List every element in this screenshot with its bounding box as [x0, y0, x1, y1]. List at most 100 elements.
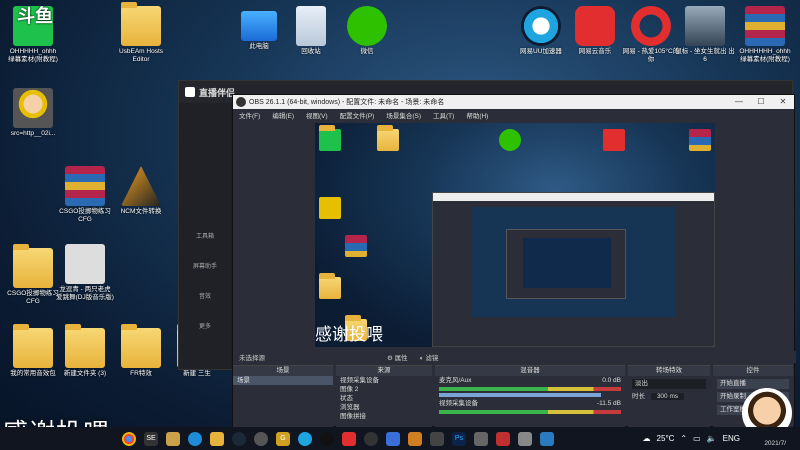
sidebar-item[interactable]: 更多	[179, 313, 231, 337]
uu-icon[interactable]	[298, 431, 312, 446]
preview-folder-icon	[319, 125, 341, 151]
sidebar-item[interactable]: 屏幕助手	[179, 253, 231, 277]
mixer-dock: 混音器 麦克风/Aux 0.0 dB 视频采集设备 -11.5 dB	[435, 365, 625, 428]
live-assistant-title: 直播伴侣	[199, 87, 236, 98]
desktop-icon-usbeam[interactable]: UsbEAm Hosts Editor	[110, 2, 172, 64]
clock-date[interactable]: 2021/7/	[764, 440, 786, 447]
mixer-header: 混音器	[435, 366, 625, 376]
filters-button[interactable]: ◐ 滤镜	[420, 352, 439, 362]
menu-view[interactable]: 视图(V)	[306, 110, 328, 120]
desktop-icon-label: 网易UU加速器	[520, 48, 562, 55]
ime-indicator[interactable]: ENG	[723, 434, 740, 443]
desktop-icon-green-screen[interactable]: 斗鱼 OHHHHH_ohhh 绿幕素材(附教程)	[2, 6, 64, 64]
weather-temp[interactable]: 25°C	[657, 434, 675, 443]
desktop-icon-label: 微信	[360, 48, 374, 55]
nested-preview	[471, 207, 676, 317]
desktop-icon-new-folder-3[interactable]: 新建文件夹 (3)	[54, 324, 116, 378]
obs-icon[interactable]	[364, 431, 378, 446]
menu-scene-collection[interactable]: 场景集合(S)	[386, 110, 421, 120]
folder-icon[interactable]	[210, 431, 224, 446]
desktop-icon-photo[interactable]: src=http__02i...	[2, 88, 64, 138]
app-icon[interactable]	[496, 431, 510, 446]
desktop-icon-label: 龙逗青 - 两只老虎 爱跳舞(DJ版音乐版)	[56, 286, 114, 301]
nested-obs-preview	[432, 192, 715, 347]
desktop-icon-label: 新建 三生	[183, 370, 211, 377]
preview-winrar-icon	[345, 235, 367, 257]
menu-file[interactable]: 文件(F)	[239, 110, 260, 120]
sidebar-item[interactable]: 工具箱	[179, 223, 231, 247]
mixer-channel-db: 0.0 dB	[602, 377, 621, 384]
properties-button[interactable]: ⚙ 属性	[387, 352, 408, 362]
desktop-icon-netease-music[interactable]: 网易云音乐	[564, 6, 626, 56]
maximize-icon[interactable]: ☐	[750, 95, 772, 109]
app-icon[interactable]	[254, 431, 268, 446]
game-icon[interactable]	[408, 431, 422, 446]
app-icon[interactable]	[430, 431, 444, 446]
folder-icon	[121, 2, 161, 46]
source-item[interactable]: 图像 2	[336, 385, 432, 394]
g-icon[interactable]: G	[276, 431, 290, 446]
menu-tools[interactable]: 工具(T)	[433, 110, 454, 120]
desktop-icon-anime[interactable]: 鼠标 - 坐女生就出 出6	[674, 6, 736, 64]
weather-icon[interactable]: ☁	[643, 434, 651, 443]
network-icon[interactable]: ▭	[693, 434, 701, 443]
chrome-icon[interactable]	[122, 431, 136, 446]
taskbar: SE G Ps ☁ 25°C ⌃ ▭ 🔈 ENG 2021/7/	[0, 427, 800, 450]
music-icon[interactable]	[342, 431, 356, 446]
scene-item[interactable]: 场景	[233, 376, 333, 385]
close-icon[interactable]: ✕	[772, 95, 794, 109]
app-icon[interactable]	[540, 431, 554, 446]
edge-icon[interactable]	[188, 431, 202, 446]
source-controls-bar: 未选择源 ⚙ 属性 ◐ 滤镜	[233, 351, 796, 363]
desktop-icon-green-screen-rar[interactable]: OHHHHHH_ohhh 绿幕素材(附教程)	[734, 6, 796, 64]
source-item[interactable]: 视频采集设备	[336, 376, 432, 385]
tray-chevron-icon[interactable]: ⌃	[680, 434, 687, 443]
menu-help[interactable]: 帮助(H)	[466, 110, 488, 120]
desktop-icon-label: OHHHHH_ohhh 绿幕素材(附教程)	[8, 48, 58, 63]
mixer-channel-row: 视频采集设备 -11.5 dB	[435, 399, 625, 408]
transition-duration-row: 时长 300 ms	[628, 392, 710, 401]
anime-thumbnail-icon	[685, 6, 725, 46]
menu-profile[interactable]: 配置文件(P)	[340, 110, 375, 120]
speaker-icon[interactable]: 🔈	[707, 434, 717, 443]
source-item[interactable]: 状态	[336, 394, 432, 403]
audio-level-meter	[439, 410, 621, 414]
volume-slider[interactable]	[439, 393, 601, 397]
obs-menu-bar: 文件(F) 编辑(E) 视图(V) 配置文件(P) 场景集合(S) 工具(T) …	[233, 109, 794, 121]
app-icon[interactable]: SE	[144, 431, 158, 446]
menu-edit[interactable]: 编辑(E)	[272, 110, 294, 120]
desktop-icon-csgo-cfg-rar[interactable]: CSGO投掷物练习 CFG	[54, 166, 116, 224]
preview-caption: 感谢投喂	[315, 325, 383, 345]
game-icon[interactable]	[166, 431, 180, 446]
desktop-icon-fr-effects[interactable]: FR特效	[110, 324, 172, 378]
desktop-icon-label: FR特效	[130, 370, 152, 377]
source-item[interactable]: 浏览器	[336, 403, 432, 412]
desktop-icon-dance[interactable]: 龙逗青 - 两只老虎 爱跳舞(DJ版音乐版)	[54, 244, 116, 302]
start-streaming-button[interactable]: 开始直播	[717, 379, 789, 389]
app-icon[interactable]	[474, 431, 488, 446]
desktop-icon-uu[interactable]: 网易UU加速器	[510, 6, 572, 56]
green-screen-logo-icon: 斗鱼	[13, 6, 53, 46]
transition-type-select[interactable]: 淡出	[632, 379, 706, 389]
sidebar-item[interactable]: 音效	[179, 283, 231, 307]
qq-icon[interactable]	[320, 431, 334, 446]
duration-input[interactable]: 300 ms	[650, 393, 685, 400]
netease-music-icon	[575, 6, 615, 46]
desktop-icon-label: 网易 - 热爱105°C的你	[622, 48, 680, 63]
desktop-icon-label: 鼠标 - 坐女生就出 出6	[675, 48, 735, 63]
source-item[interactable]: 图像拼接	[336, 412, 432, 421]
mixer-channel-name: 麦克风/Aux	[439, 377, 472, 384]
desktop-icon-netease-song[interactable]: 网易 - 热爱105°C的你	[620, 6, 682, 64]
obs-window: OBS 26.1.1 (64-bit, windows) - 配置文件: 未命名…	[232, 94, 796, 428]
minimize-icon[interactable]: —	[728, 95, 750, 109]
obs-preview[interactable]: 感谢投喂	[315, 123, 715, 347]
mail-icon[interactable]	[386, 431, 400, 446]
desktop-icon-wechat[interactable]: 微信	[336, 6, 398, 56]
desktop-icon-recycle-bin[interactable]: 回收站	[280, 6, 342, 56]
app-icon[interactable]	[518, 431, 532, 446]
photoshop-icon[interactable]: Ps	[452, 431, 466, 446]
recycle-bin-icon	[296, 6, 326, 46]
desktop-icon-ncm[interactable]: NCM文件转换	[110, 166, 172, 216]
steam-icon[interactable]	[232, 431, 246, 446]
winrar-icon	[745, 6, 785, 46]
